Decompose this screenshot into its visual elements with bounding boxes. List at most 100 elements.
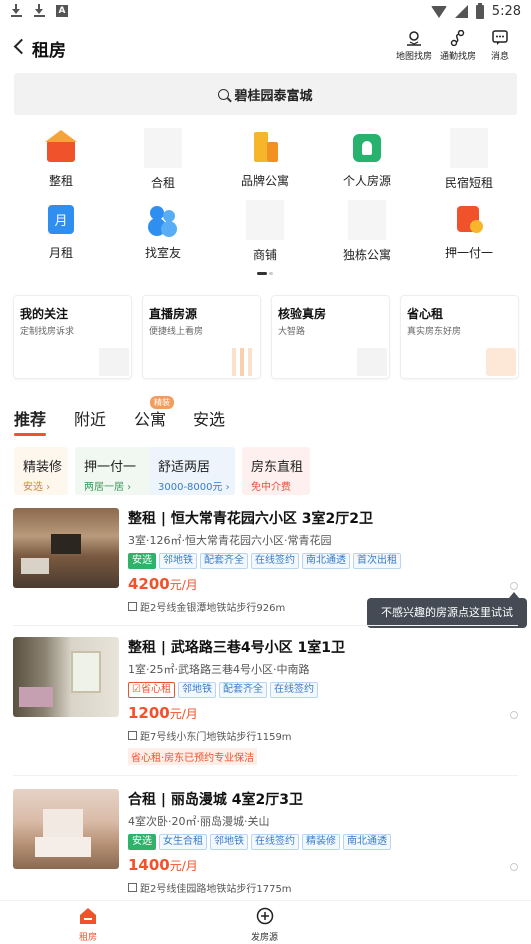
signal-icon <box>454 5 468 18</box>
feature-card-my-follow[interactable]: 我的关注 定制找房诉求 <box>13 295 132 379</box>
category-shop[interactable]: 商铺 <box>214 200 316 263</box>
listing-title: 合租 | 丽岛漫城 4室2厅3卫 <box>128 792 303 808</box>
dismiss-tooltip: 不感兴趣的房源点这里试试 <box>367 592 527 628</box>
feature-card-live-listing[interactable]: 直播房源 便捷线上看房 <box>142 295 261 379</box>
download-icon <box>33 4 46 17</box>
filter-subtitle: 免中介费 <box>251 482 291 493</box>
category-whole-rent[interactable]: 整租 <box>10 130 112 189</box>
search-bar[interactable]: 碧桂园泰富城 <box>14 73 517 115</box>
tag: 在线签约 <box>251 553 299 569</box>
dismiss-listing-button[interactable] <box>510 863 518 871</box>
tab-safe-select[interactable]: 安选 <box>193 406 225 430</box>
price-unit: 元/月 <box>169 707 198 721</box>
wall-shape <box>43 809 83 837</box>
tag: 配套齐全 <box>200 553 248 569</box>
category-find-roommate[interactable]: 找室友 <box>112 202 214 261</box>
tag: 安选 <box>128 553 156 569</box>
filter-two-bedroom[interactable]: 舒适两居 3000-8000元 › <box>149 447 235 495</box>
feed-tabs: 推荐 附近 公寓 精装 安选 <box>14 396 514 436</box>
commute-search-label: 通勤找房 <box>440 52 477 62</box>
calendar-month-icon <box>44 202 78 236</box>
feature-card-easy-rent[interactable]: 省心租 真实房东好房 <box>400 295 519 379</box>
back-button[interactable] <box>12 36 26 56</box>
listing-desc: 4室次卧·20㎡·丽岛漫城·关山 <box>128 815 270 828</box>
window-shape <box>71 651 101 693</box>
category-label: 月租 <box>48 246 73 260</box>
tag: 精装修 <box>302 834 340 850</box>
page-dot <box>269 272 273 275</box>
feature-card-title: 我的关注 <box>20 307 69 321</box>
tab-nearby[interactable]: 附近 <box>74 406 106 430</box>
nav-rent[interactable]: 租房 <box>78 907 98 943</box>
listing-item[interactable]: 整租 | 武珞路三巷4号小区 1室1卫 1室·25㎡·武珞路三巷4号小区·中南路… <box>13 637 518 767</box>
tag: 邻地铁 <box>177 682 216 698</box>
filter-pay-monthly[interactable]: 押一付一 两居一居 › <box>75 447 159 495</box>
map-search-button[interactable]: 地图找房 <box>396 30 432 62</box>
category-detached-apartment[interactable]: 独栋公寓 <box>316 200 418 263</box>
tag: 南北通透 <box>302 553 350 569</box>
download-icon <box>10 4 23 17</box>
price-value: 4200 <box>128 575 170 593</box>
tag: ☑省心租 <box>128 682 175 698</box>
category-shared-rent[interactable]: 合租 <box>112 128 214 191</box>
commute-search-button[interactable]: 通勤找房 <box>440 30 476 62</box>
tag: 配套齐全 <box>218 682 267 698</box>
listing-distance: 距2号线佳园路地铁站步行1775m <box>128 880 518 895</box>
listing-tags: ☑省心租 邻地铁 配套齐全 在线签约 <box>128 682 518 698</box>
category-label: 合租 <box>150 176 175 190</box>
person-house-icon <box>350 130 384 164</box>
messages-label: 消息 <box>491 52 510 62</box>
feature-card-title: 省心租 <box>407 307 444 321</box>
category-pay-monthly[interactable]: 押一付一 <box>418 202 520 261</box>
tv-shape <box>51 534 81 554</box>
listing-photo <box>13 508 119 588</box>
payment-icon <box>452 202 486 236</box>
category-short-stay[interactable]: 民宿短租 <box>418 128 520 191</box>
feature-card-subtitle: 便捷线上看房 <box>149 327 204 337</box>
distance-text: 距2号线佳园路地铁站步行1775m <box>140 884 292 895</box>
listing-promo: 省心租·房东已预约专业保洁 <box>128 748 258 765</box>
dismiss-listing-button[interactable] <box>510 582 518 590</box>
price-value: 1400 <box>128 856 170 874</box>
page-dot-active <box>257 272 267 275</box>
listing-title: 整租 | 武珞路三巷4号小区 1室1卫 <box>128 640 345 656</box>
page-indicator <box>257 272 273 276</box>
wifi-icon <box>430 5 447 18</box>
nav-post-listing[interactable]: 发房源 <box>251 907 278 943</box>
tab-recommend[interactable]: 推荐 <box>14 406 47 436</box>
bed-shape <box>35 837 91 857</box>
divider <box>13 625 518 626</box>
category-monthly-rent[interactable]: 月租 <box>10 202 112 261</box>
status-time: 5:28 <box>491 4 521 19</box>
plus-circle-icon <box>256 907 273 925</box>
filter-fine-decoration[interactable]: 精装修 安选 › <box>14 447 68 495</box>
feature-cards: 我的关注 定制找房诉求 直播房源 便捷线上看房 核验真房 大智路 省心租 真实房… <box>13 295 520 379</box>
messages-button[interactable]: 消息 <box>491 30 509 62</box>
tab-apartment[interactable]: 公寓 <box>134 406 166 430</box>
category-brand-apartment[interactable]: 品牌公寓 <box>214 130 316 189</box>
tab-badge: 精装 <box>150 396 174 409</box>
listing-price: 1400元/月 <box>128 856 518 874</box>
card-decoration <box>228 348 258 376</box>
tag: 在线签约 <box>251 834 299 850</box>
category-personal-listing[interactable]: 个人房源 <box>316 130 418 189</box>
app-notification-icon: A <box>56 4 68 17</box>
house-icon <box>44 130 78 164</box>
filter-landlord-direct[interactable]: 房东直租 免中介费 <box>242 447 310 495</box>
divider <box>13 775 518 776</box>
filter-subtitle: 3000-8000元 › <box>158 482 230 493</box>
filter-title: 押一付一 <box>84 460 137 475</box>
filter-title: 舒适两居 <box>158 460 211 475</box>
listing-price: 4200元/月 <box>128 575 518 593</box>
feature-card-verified[interactable]: 核验真房 大智路 <box>271 295 390 379</box>
card-decoration <box>99 348 129 376</box>
category-label: 民宿短租 <box>444 176 493 190</box>
message-icon <box>492 30 508 45</box>
tag: 安选 <box>128 834 156 850</box>
dismiss-listing-button[interactable] <box>510 711 518 719</box>
listing-title: 整租 | 恒大常青花园六小区 3室2厅2卫 <box>128 511 373 527</box>
price-unit: 元/月 <box>169 859 198 873</box>
filter-title: 精装修 <box>23 460 63 475</box>
category-label: 整租 <box>48 174 73 188</box>
status-bar: A 5:28 <box>0 0 531 24</box>
